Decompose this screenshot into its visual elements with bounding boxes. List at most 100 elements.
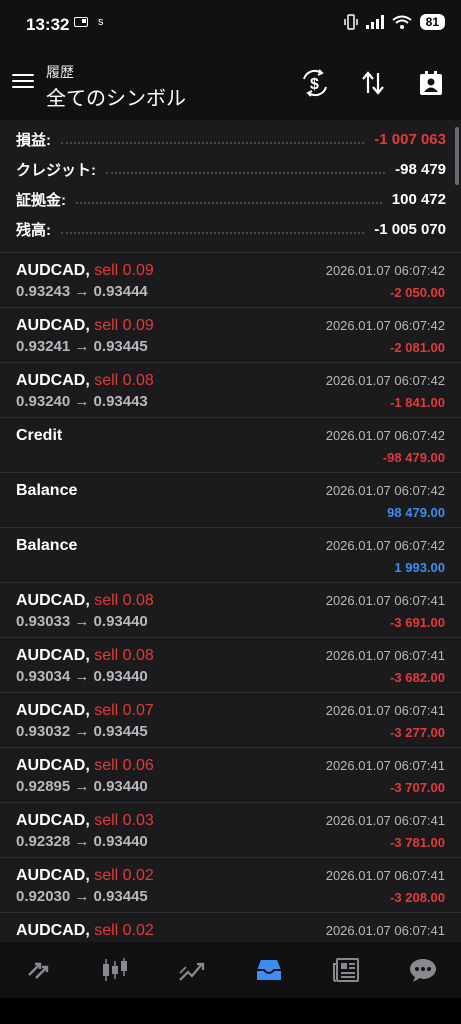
deal-date: 2026.01.07 06:07:42 xyxy=(325,538,445,553)
deal-symbol: AUDCAD xyxy=(16,317,86,334)
deal-side: sell 0.06 xyxy=(94,757,154,774)
deal-date: 2026.01.07 06:07:42 xyxy=(325,263,445,278)
summary-value: 100 472 xyxy=(391,190,446,208)
deal-profit: -3 691.00 xyxy=(390,615,445,630)
scrollbar[interactable] xyxy=(455,127,459,185)
menu-button[interactable] xyxy=(12,70,34,90)
deal-side: sell 0.08 xyxy=(94,647,154,664)
deal-row[interactable]: AUDCAD, sell 0.03 0.92328 → 0.93440 2026.0… xyxy=(0,802,461,857)
summary-value: -1 005 070 xyxy=(374,220,446,238)
nav-chat[interactable] xyxy=(403,950,443,990)
deal-profit: -2 050.00 xyxy=(390,285,445,300)
deal-title: AUDCAD, sell 0.08 xyxy=(16,647,154,665)
deal-row[interactable]: Credit 2026.01.07 06:07:42 -98 479.00 xyxy=(0,417,461,472)
deal-prices: 0.93243 → 0.93444 xyxy=(16,283,148,300)
menu-icon-line xyxy=(12,80,34,82)
deal-title: AUDCAD, sell 0.06 xyxy=(16,757,154,775)
deal-profit: -3 682.00 xyxy=(390,670,445,685)
deal-profit: -2 081.00 xyxy=(390,340,445,355)
deal-title: AUDCAD, sell 0.02 xyxy=(16,922,154,940)
summary-value: -1 007 063 xyxy=(374,130,446,148)
chat-icon xyxy=(409,959,436,982)
deal-profit: -1 841.00 xyxy=(390,395,445,410)
deal-row[interactable]: AUDCAD, sell 0.09 0.93241 → 0.93445 2026.0… xyxy=(0,307,461,362)
sort-button[interactable] xyxy=(358,68,388,98)
system-navigation-area xyxy=(0,998,461,1024)
deal-separator: , xyxy=(85,757,95,774)
deal-date: 2026.01.07 06:07:41 xyxy=(325,868,445,883)
summary-row-credit: クレジット: -98 479 xyxy=(16,154,446,184)
candlestick-chart-icon xyxy=(103,958,128,981)
deal-row[interactable]: Balance 2026.01.07 06:07:42 1 993.00 xyxy=(0,527,461,582)
deal-side: sell 0.08 xyxy=(94,592,154,609)
trade-arrows-icon xyxy=(28,962,49,979)
currency-exchange-icon: $ xyxy=(303,69,327,97)
deal-row[interactable]: AUDCAD, sell 0.08 0.93240 → 0.93443 2026.0… xyxy=(0,362,461,417)
vibrate-icon xyxy=(343,14,358,30)
news-icon xyxy=(332,958,359,982)
deal-prices: 0.93034 → 0.93440 xyxy=(16,668,148,685)
deal-profit: -3 707.00 xyxy=(390,780,445,795)
nav-trade[interactable] xyxy=(172,950,212,990)
nav-news[interactable] xyxy=(326,950,366,990)
status-notifications: s xyxy=(74,16,104,28)
deal-row[interactable]: AUDCAD, sell 0.06 0.92895 → 0.93440 2026.0… xyxy=(0,747,461,802)
deal-row[interactable]: AUDCAD, sell 0.07 0.93032 → 0.93445 2026.0… xyxy=(0,692,461,747)
dotted-leader xyxy=(61,232,365,234)
currency-exchange-button[interactable]: $ xyxy=(300,68,330,98)
deal-row[interactable]: AUDCAD, sell 0.02 0.92030 → 0.93445 2026.0… xyxy=(0,857,461,912)
deal-title: AUDCAD, sell 0.09 xyxy=(16,262,154,280)
deal-symbol: Balance xyxy=(16,482,78,499)
deal-separator: , xyxy=(85,922,95,939)
menu-icon-line xyxy=(12,74,34,76)
nav-history[interactable] xyxy=(249,950,289,990)
battery-indicator: 81 xyxy=(419,14,445,30)
deal-side: sell 0.03 xyxy=(94,812,154,829)
deal-side: sell 0.07 xyxy=(94,702,154,719)
deal-date: 2026.01.07 06:07:41 xyxy=(325,758,445,773)
deal-profit: -3 781.00 xyxy=(390,835,445,850)
deal-symbol: AUDCAD xyxy=(16,757,86,774)
deal-date: 2026.01.07 06:07:42 xyxy=(325,318,445,333)
deal-separator: , xyxy=(85,317,95,334)
deal-title: AUDCAD, sell 0.03 xyxy=(16,812,154,830)
dotted-leader xyxy=(76,202,382,204)
deal-prices: 0.92895 → 0.93440 xyxy=(16,778,148,795)
menu-icon-line xyxy=(12,86,34,88)
deal-title: AUDCAD, sell 0.09 xyxy=(16,317,154,335)
nav-quotes[interactable] xyxy=(18,950,58,990)
deal-symbol: AUDCAD xyxy=(16,592,86,609)
deal-symbol: AUDCAD xyxy=(16,372,86,389)
sort-icon xyxy=(362,71,384,95)
symbol-selector[interactable]: 全てのシンボル xyxy=(46,82,186,111)
deal-row[interactable]: AUDCAD, sell 0.08 0.93033 → 0.93440 2026.0… xyxy=(0,582,461,637)
deal-symbol: Balance xyxy=(16,537,78,554)
dotted-leader xyxy=(61,142,365,144)
deal-date: 2026.01.07 06:07:41 xyxy=(325,593,445,608)
deal-date: 2026.01.07 06:07:41 xyxy=(325,923,445,938)
deal-separator: , xyxy=(85,812,95,829)
deal-row[interactable]: Balance 2026.01.07 06:07:42 98 479.00 xyxy=(0,472,461,527)
deal-separator: , xyxy=(85,372,95,389)
deal-row[interactable]: AUDCAD, sell 0.08 0.93034 → 0.93440 2026.0… xyxy=(0,637,461,692)
summary-label: クレジット: xyxy=(16,161,96,179)
deal-prices: 0.92328 → 0.93440 xyxy=(16,833,148,850)
deal-separator: , xyxy=(85,262,95,279)
deal-date: 2026.01.07 06:07:41 xyxy=(325,813,445,828)
summary-value: -98 479 xyxy=(395,160,446,178)
deal-symbol: Credit xyxy=(16,427,63,444)
deal-symbol: AUDCAD xyxy=(16,702,86,719)
app-header: 履歴 全てのシンボル $ xyxy=(0,50,461,120)
deal-title: Balance xyxy=(16,537,77,555)
deal-list: AUDCAD, sell 0.09 0.93243 → 0.93444 2026.0… xyxy=(0,252,461,967)
deal-row[interactable]: AUDCAD, sell 0.09 0.93243 → 0.93444 2026.0… xyxy=(0,252,461,307)
report-button[interactable] xyxy=(416,68,446,98)
trend-line-icon xyxy=(179,962,205,981)
status-bar: 13:32 s 81 xyxy=(0,0,461,50)
deal-prices: 0.92030 → 0.93445 xyxy=(16,888,148,905)
account-summary: 損益: -1 007 063 クレジット: -98 479 証拠金: 100 4… xyxy=(0,120,461,252)
deal-profit: -3 208.00 xyxy=(390,890,445,905)
summary-label: 証拠金: xyxy=(16,191,66,209)
deal-profit: 98 479.00 xyxy=(387,505,445,520)
nav-chart[interactable] xyxy=(95,950,135,990)
